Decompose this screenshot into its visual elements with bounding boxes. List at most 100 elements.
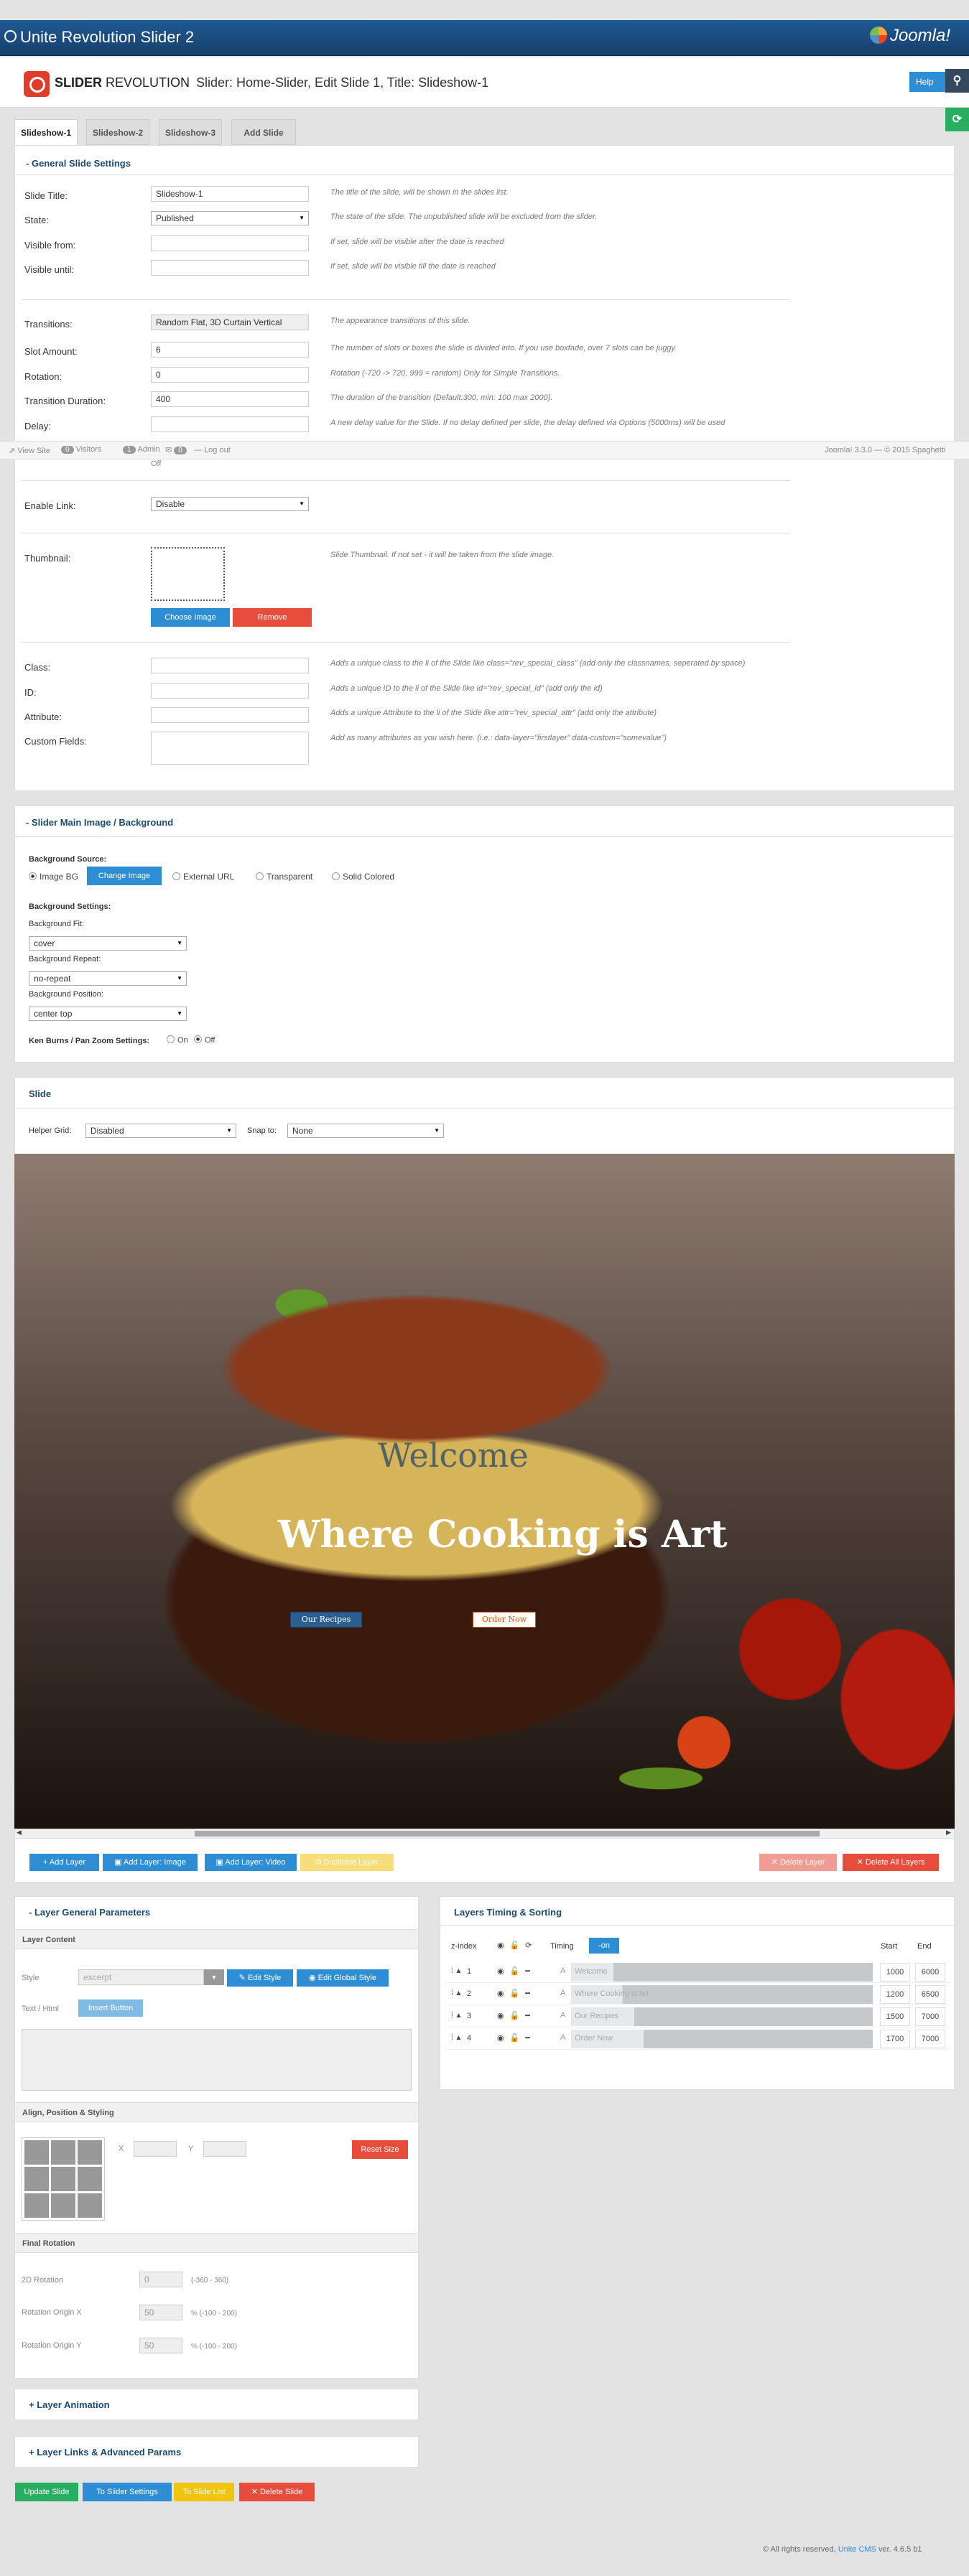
layer-end-input[interactable]: 7000 xyxy=(915,2007,945,2026)
origin-x-input[interactable]: 50 xyxy=(139,2305,182,2320)
timing-bar[interactable] xyxy=(571,2030,873,2048)
search-icon[interactable]: ⚲ xyxy=(945,69,969,93)
timing-bar[interactable] xyxy=(571,1963,873,1982)
drag-handle-icon[interactable]: ⁞ ▲ xyxy=(451,1967,462,1975)
state-select[interactable]: Published xyxy=(151,211,309,225)
add-layer-image-button[interactable]: ▣ Add Layer: Image xyxy=(103,1854,198,1871)
snap-to-select[interactable]: None xyxy=(287,1124,444,1138)
unite-cms-link[interactable]: Unite CMS xyxy=(838,2545,876,2554)
row-visibility-icons[interactable]: ◉🔓━ xyxy=(497,2011,536,2020)
background-fit-select[interactable]: cover xyxy=(29,936,187,951)
slot-amount-input[interactable]: 6 xyxy=(151,342,309,358)
thumbnail-preview[interactable] xyxy=(151,547,225,601)
id-input[interactable] xyxy=(151,683,309,699)
kenburns-off-option[interactable]: Off xyxy=(194,1035,215,1045)
layer-params-title[interactable]: - Layer General Parameters xyxy=(29,1907,150,1918)
alignment-grid[interactable] xyxy=(22,2137,105,2221)
transitions-input[interactable]: Random Flat, 3D Curtain Vertical xyxy=(151,314,309,330)
view-site-link[interactable]: ⇗ View Site xyxy=(9,446,50,455)
style-dropdown-icon[interactable]: ▼ xyxy=(204,1969,224,1985)
class-input[interactable] xyxy=(151,658,309,673)
enable-link-select[interactable]: Disable xyxy=(151,497,309,511)
layer-order-now-button[interactable]: Order Now xyxy=(473,1612,536,1628)
to-slider-settings-button[interactable]: To Slider Settings xyxy=(83,2483,172,2501)
y-input[interactable] xyxy=(203,2141,246,2157)
edit-global-style-button[interactable]: ◉ Edit Global Style xyxy=(297,1969,389,1987)
slide-horizontal-scrollbar[interactable]: ◀ ▶ xyxy=(14,1829,955,1839)
layer-start-input[interactable]: 1000 xyxy=(880,1963,910,1982)
tab-slideshow-3[interactable]: Slideshow-3 xyxy=(159,119,222,145)
remove-thumbnail-button[interactable]: Remove xyxy=(233,608,312,627)
x-input[interactable] xyxy=(134,2141,177,2157)
slide-title-input[interactable]: Slideshow-1 xyxy=(151,186,309,202)
background-repeat-select[interactable]: no-repeat xyxy=(29,971,187,986)
tab-slideshow-2[interactable]: Slideshow-2 xyxy=(86,119,149,145)
add-layer-button[interactable]: + Add Layer xyxy=(29,1854,99,1871)
rotation-2d-input[interactable]: 0 xyxy=(139,2272,182,2287)
help-button[interactable]: Help xyxy=(909,72,945,92)
layer-end-input[interactable]: 6500 xyxy=(915,1985,945,2004)
rotation-input[interactable]: 0 xyxy=(151,367,309,383)
layer-text-textarea[interactable] xyxy=(22,2029,412,2091)
layer-links-title[interactable]: + Layer Links & Advanced Params xyxy=(29,2447,181,2458)
row-visibility-icons[interactable]: ◉🔓━ xyxy=(497,1989,536,1998)
insert-button-button[interactable]: Insert Button xyxy=(78,1999,143,2017)
visible-from-input[interactable] xyxy=(151,235,309,251)
delete-all-layers-button[interactable]: ✕ Delete All Layers xyxy=(843,1854,939,1871)
layer-start-input[interactable]: 1500 xyxy=(880,2007,910,2026)
timing-row[interactable]: ⁞ ▲ ◉🔓━ A 2 Where Cooking is Art 1200 6500 xyxy=(445,1984,950,2005)
update-slide-button[interactable]: Update Slide xyxy=(15,2483,78,2501)
origin-y-input[interactable]: 50 xyxy=(139,2338,182,2353)
timing-row[interactable]: ⁞ ▲ ◉🔓━ A 4 Order Now 1700 7000 xyxy=(445,2028,950,2050)
layer-animation-title[interactable]: + Layer Animation xyxy=(29,2399,110,2410)
bg-transparent-option[interactable]: Transparent xyxy=(256,872,312,882)
duplicate-layer-button[interactable]: ⧉ Duplicate Layer xyxy=(300,1854,394,1871)
background-position-select[interactable]: center top xyxy=(29,1007,187,1021)
delete-slide-button[interactable]: ✕ Delete Slide xyxy=(239,2483,315,2501)
layer-end-input[interactable]: 6000 xyxy=(915,1963,945,1982)
bg-solid-option[interactable]: Solid Colored xyxy=(332,872,394,882)
refresh-icon[interactable]: ⟳ xyxy=(945,108,969,131)
tab-slideshow-1[interactable]: Slideshow-1 xyxy=(14,119,78,145)
scrollbar-thumb[interactable] xyxy=(195,1831,820,1837)
layer-start-input[interactable]: 1200 xyxy=(880,1985,910,2004)
drag-handle-icon[interactable]: ⁞ ▲ xyxy=(451,2034,462,2042)
joomla-logo[interactable]: Joomla! xyxy=(869,26,950,46)
delay-input[interactable] xyxy=(151,416,309,432)
layer-end-input[interactable]: 7000 xyxy=(915,2030,945,2048)
kenburns-on-option[interactable]: On xyxy=(167,1035,188,1045)
layer-our-recipes-button[interactable]: Our Recipes xyxy=(290,1612,362,1628)
to-slide-list-button[interactable]: To Slide List xyxy=(174,2483,234,2501)
timing-row[interactable]: ⁞ ▲ ◉🔓━ A 3 Our Recipes 1500 7000 xyxy=(445,2006,950,2027)
logout-link[interactable]: — Log out xyxy=(194,446,231,454)
row-visibility-icons[interactable]: ◉🔓━ xyxy=(497,2033,536,2043)
delete-layer-button[interactable]: ✕ Delete Layer xyxy=(759,1854,837,1871)
timing-row[interactable]: ⁞ ▲ ◉🔓━ A 1 Welcome 1000 6000 xyxy=(445,1961,950,1983)
background-panel-title[interactable]: - Slider Main Image / Background xyxy=(26,817,173,828)
tab-add-slide[interactable]: Add Slide xyxy=(231,119,296,145)
row-visibility-icons[interactable]: ◉🔓━ xyxy=(497,1966,536,1976)
scroll-left-icon[interactable]: ◀ xyxy=(17,1829,22,1837)
layer-welcome[interactable]: Welcome xyxy=(378,1436,529,1475)
attribute-input[interactable] xyxy=(151,707,309,723)
layer-start-input[interactable]: 1700 xyxy=(880,2030,910,2048)
scroll-right-icon[interactable]: ▶ xyxy=(946,1829,951,1837)
helper-grid-select[interactable]: Disabled xyxy=(85,1124,236,1138)
reset-size-button[interactable]: Reset Size xyxy=(352,2140,408,2159)
transition-duration-input[interactable]: 400 xyxy=(151,391,309,407)
bg-image-option[interactable]: Image BG xyxy=(29,872,78,882)
bg-external-option[interactable]: External URL xyxy=(172,872,234,882)
layer-heading[interactable]: Where Cooking is Art xyxy=(278,1513,728,1557)
drag-handle-icon[interactable]: ⁞ ▲ xyxy=(451,2012,462,2020)
edit-style-button[interactable]: ✎ Edit Style xyxy=(227,1969,293,1987)
general-settings-title[interactable]: - General Slide Settings xyxy=(26,158,131,169)
add-layer-video-button[interactable]: ▣ Add Layer: Video xyxy=(205,1854,297,1871)
style-input[interactable]: excerpt xyxy=(78,1969,204,1985)
custom-fields-textarea[interactable] xyxy=(151,732,309,765)
choose-image-button[interactable]: Choose Image xyxy=(151,608,230,627)
timing-toggle[interactable]: -on xyxy=(589,1938,619,1954)
visible-until-input[interactable] xyxy=(151,260,309,276)
slide-canvas[interactable]: Welcome Where Cooking is Art Our Recipes… xyxy=(14,1154,955,1829)
change-image-button[interactable]: Change Image xyxy=(87,867,162,885)
drag-handle-icon[interactable]: ⁞ ▲ xyxy=(451,1989,462,1997)
